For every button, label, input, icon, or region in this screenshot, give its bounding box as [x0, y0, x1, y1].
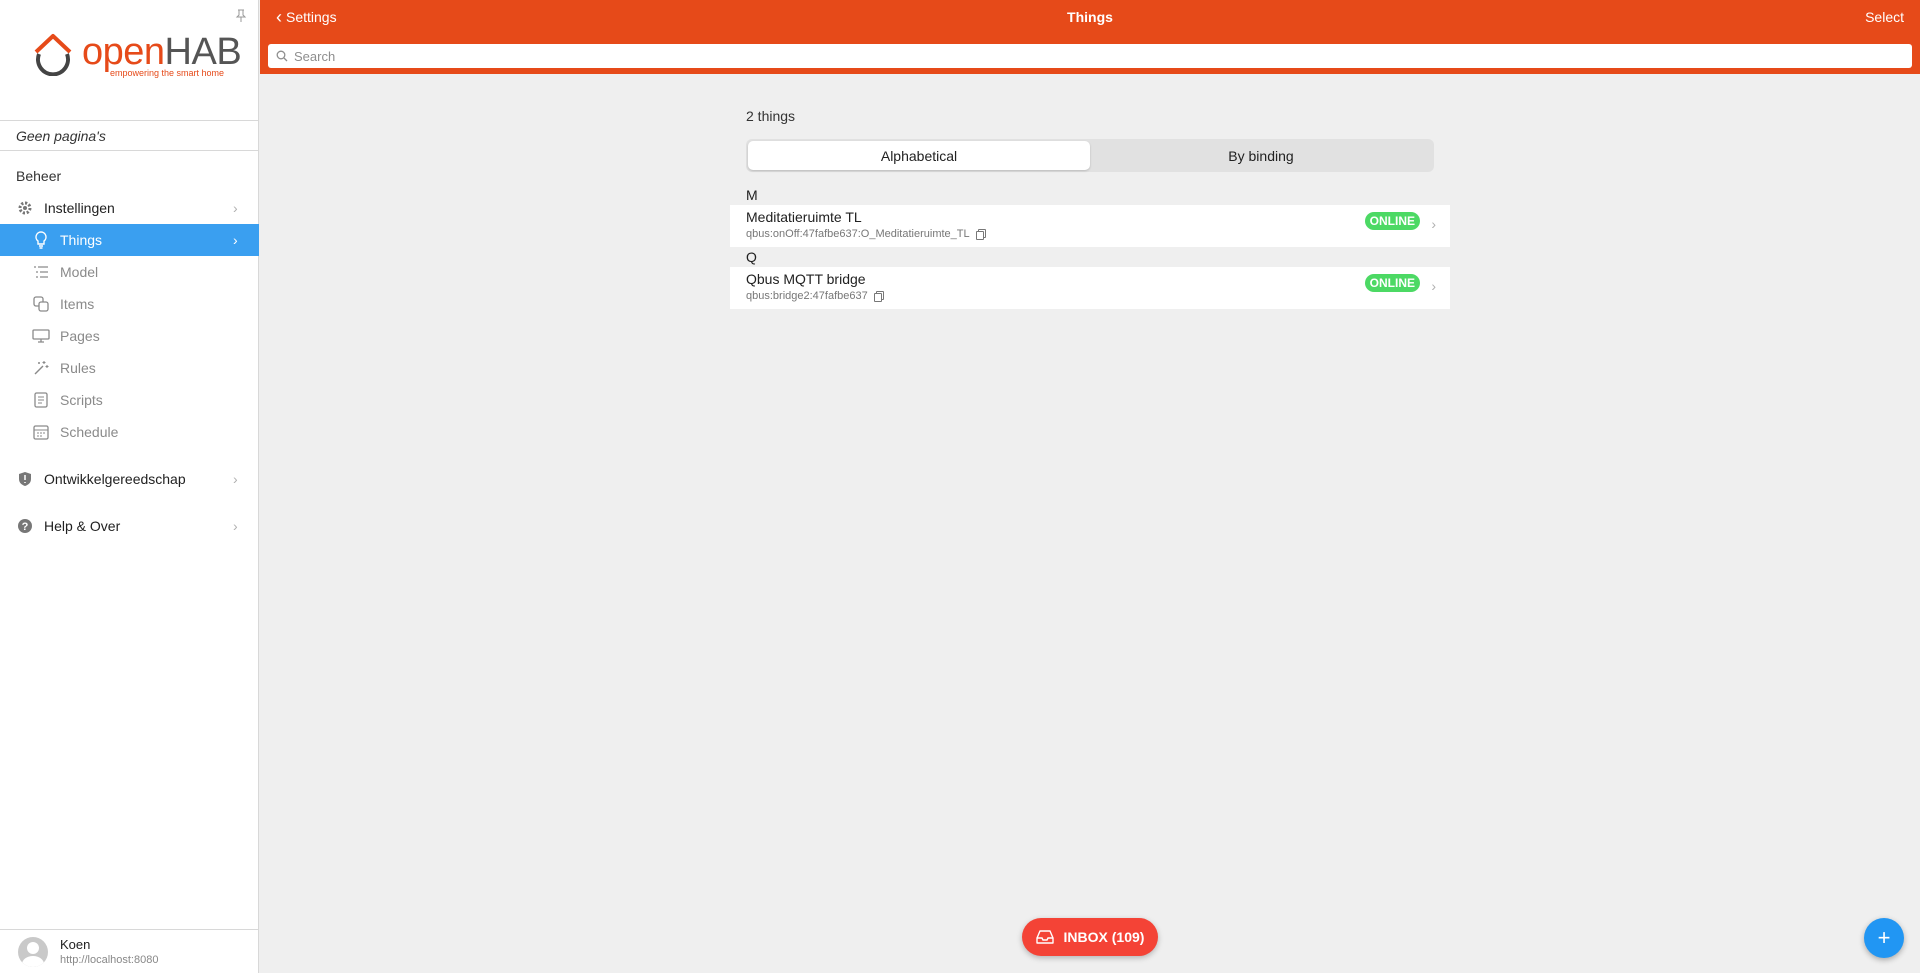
no-pages-label: Geen pagina's — [0, 120, 258, 151]
sidebar-item-scripts[interactable]: Scripts — [0, 384, 259, 416]
group-header-q: Q — [730, 249, 1450, 267]
thing-uid-text: qbus:bridge2:47fafbe637 — [746, 290, 868, 302]
calendar-icon — [32, 423, 50, 441]
sidebar-item-instellingen[interactable]: Instellingen › — [0, 192, 259, 224]
chevron-right-icon: › — [233, 200, 238, 216]
help-icon: ? — [16, 517, 34, 535]
search-input[interactable] — [294, 48, 1794, 64]
sidebar-item-help[interactable]: ? Help & Over › — [0, 510, 259, 542]
sidebar-item-label: Help & Over — [44, 518, 121, 534]
chevron-right-icon: › — [233, 471, 238, 487]
sidebar-item-pages[interactable]: Pages — [0, 320, 259, 352]
grouping-segmented-control: Alphabetical By binding — [746, 139, 1434, 172]
copy-icon[interactable] — [873, 291, 884, 302]
segment-alphabetical[interactable]: Alphabetical — [748, 141, 1090, 170]
segment-by-binding[interactable]: By binding — [1090, 141, 1432, 170]
list-icon — [32, 263, 50, 281]
things-count: 2 things — [746, 108, 796, 124]
avatar — [18, 936, 48, 967]
inbox-icon — [1035, 930, 1054, 944]
list-item[interactable]: Meditatieruimte TL qbus:onOff:47fafbe637… — [730, 205, 1450, 247]
svg-text:?: ? — [22, 521, 29, 533]
app: openHAB empowering the smart home Geen p… — [0, 0, 1920, 973]
copy-icon[interactable] — [975, 229, 986, 240]
status-badge: ONLINE — [1364, 212, 1420, 230]
chevron-right-icon: › — [1431, 278, 1436, 294]
search-icon — [276, 50, 288, 62]
pin-icon[interactable] — [234, 9, 248, 23]
lightbulb-icon — [32, 231, 50, 249]
list-item[interactable]: Qbus MQTT bridge qbus:bridge2:47fafbe637… — [730, 267, 1450, 309]
sidebar-item-label: Instellingen — [44, 200, 115, 216]
chevron-right-icon: › — [233, 232, 238, 248]
add-thing-button[interactable]: + — [1864, 918, 1904, 958]
sidebar-item-label: Things — [60, 232, 103, 248]
sidebar-item-label: Rules — [60, 360, 96, 376]
shield-icon — [16, 470, 34, 488]
sidebar: openHAB empowering the smart home Geen p… — [0, 0, 259, 973]
sidebar-item-items[interactable]: Items — [0, 288, 259, 320]
inbox-label: INBOX (109) — [1063, 929, 1145, 945]
sidebar-item-label: Schedule — [60, 424, 119, 440]
sidebar-item-model[interactable]: Model — [0, 256, 259, 288]
server-url: http://localhost:8080 — [60, 954, 159, 966]
sidebar-item-schedule[interactable]: Schedule — [0, 416, 259, 448]
page-title: Things — [1067, 9, 1113, 25]
script-icon — [32, 391, 50, 409]
openhab-logo-icon — [34, 34, 72, 76]
user-name: Koen — [60, 937, 91, 952]
section-title-beheer: Beheer — [16, 168, 62, 184]
logo-tagline: empowering the smart home — [110, 68, 225, 78]
user-panel[interactable]: Koen http://localhost:8080 — [0, 929, 259, 973]
searchbar[interactable] — [268, 44, 1912, 68]
sidebar-item-rules[interactable]: Rules — [0, 352, 259, 384]
thing-name: Qbus MQTT bridge — [746, 271, 866, 287]
select-button[interactable]: Select — [1865, 9, 1904, 25]
status-badge: ONLINE — [1364, 274, 1420, 292]
wand-icon — [32, 359, 50, 377]
sidebar-item-ontwikkelgereedschap[interactable]: Ontwikkelgereedschap › — [0, 463, 259, 495]
sidebar-item-things[interactable]: Things › — [0, 224, 259, 256]
thing-uid: qbus:bridge2:47fafbe637 — [746, 290, 884, 302]
thing-uid-text: qbus:onOff:47fafbe637:O_Meditatieruimte_… — [746, 228, 970, 240]
sidebar-item-label: Pages — [60, 328, 100, 344]
logo-wordmark: openHAB — [82, 31, 242, 73]
group-header-m: M — [730, 187, 1450, 205]
sidebar-item-label: Ontwikkelgereedschap — [44, 471, 186, 487]
sidebar-item-label: Scripts — [60, 392, 103, 408]
chevron-right-icon: › — [233, 518, 238, 534]
navbar: ‹ Settings Things Select — [260, 0, 1920, 74]
sidebar-item-label: Items — [60, 296, 95, 312]
gear-icon — [16, 199, 34, 217]
thing-name: Meditatieruimte TL — [746, 209, 862, 225]
openhab-logo: openHAB empowering the smart home — [30, 30, 242, 86]
plus-icon: + — [1877, 925, 1891, 950]
chevron-right-icon: › — [1431, 216, 1436, 232]
sidebar-item-label: Model — [60, 264, 99, 280]
monitor-icon — [32, 327, 50, 345]
inbox-button[interactable]: INBOX (109) — [1022, 918, 1158, 956]
items-icon — [32, 295, 50, 313]
thing-uid: qbus:onOff:47fafbe637:O_Meditatieruimte_… — [746, 228, 986, 240]
